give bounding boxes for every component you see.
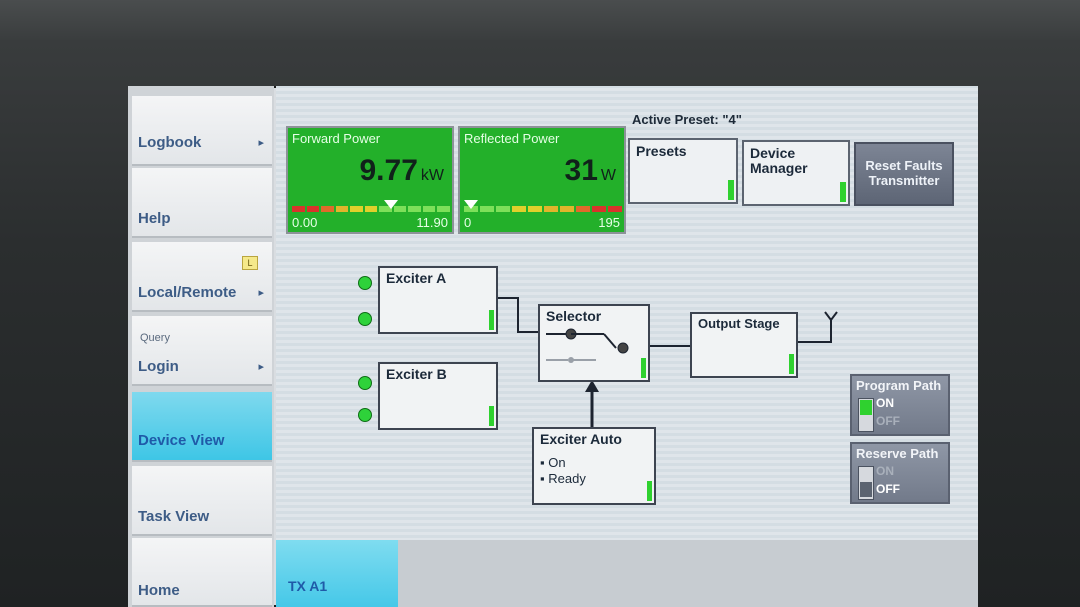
chevron-right-icon: ▸ [258,287,264,299]
output-stage-label: Output Stage [698,316,780,331]
sidebar-item-local-remote[interactable]: L Local/Remote ▸ [132,242,272,312]
sidebar: Logbook ▸ Help L Local/Remote ▸ Query Lo… [128,86,274,607]
exciter-b-status-bar [489,406,494,426]
device-view-panel: Active Preset: "4" Forward Power 9.77 kW … [276,86,978,607]
reserve-path-off-label: OFF [876,482,900,496]
sidebar-item-task-view[interactable]: Task View [132,466,272,536]
exciter-a-block[interactable]: Exciter A [378,266,498,334]
selector-label: Selector [546,308,602,324]
exciter-auto-status-on-text: On [548,455,566,470]
reserve-path-switch-knob [860,482,872,497]
exciter-auto-status-bar [647,481,652,501]
program-path-switch-knob [860,400,872,415]
exciter-a-label: Exciter A [386,270,447,286]
chevron-right-icon: ▸ [258,137,264,149]
exciter-a-led-1 [358,276,372,290]
sidebar-item-home[interactable]: Home [132,538,272,607]
reserve-path-on-label: ON [876,464,894,478]
tab-tx-a1[interactable]: TX A1 [276,540,398,607]
program-path-title: Program Path [856,378,942,393]
bottom-tab-strip [398,540,978,607]
reserve-path-title: Reserve Path [856,446,939,461]
output-stage-block[interactable]: Output Stage [690,312,798,378]
reserve-path-toggle[interactable]: Reserve Path ON OFF [850,442,950,504]
program-path-off-label: OFF [876,414,900,428]
exciter-b-led-2 [358,408,372,422]
exciter-b-block[interactable]: Exciter B [378,362,498,430]
exciter-auto-status-ready: ▪ Ready [540,471,586,486]
sidebar-item-label: Task View [138,508,210,525]
sidebar-item-label: Home [138,582,180,599]
sidebar-item-label: Local/Remote [138,284,237,301]
exciter-auto-label: Exciter Auto [540,431,622,447]
sidebar-item-logbook[interactable]: Logbook ▸ [132,96,272,166]
selector-block[interactable]: Selector [538,304,650,382]
exciter-b-led-1 [358,376,372,390]
output-stage-status-bar [789,354,794,374]
exciter-auto-block[interactable]: Exciter Auto ▪ On ▪ Ready [532,427,656,505]
exciter-b-label: Exciter B [386,366,447,382]
program-path-toggle[interactable]: Program Path ON OFF [850,374,950,436]
selector-switch-icon [546,328,629,363]
exciter-auto-status-on: ▪ On [540,455,566,470]
exciter-auto-status-ready-text: Ready [548,471,586,486]
selector-status-bar [641,358,646,378]
tab-tx-a1-label: TX A1 [288,578,328,594]
program-path-on-label: ON [876,396,894,410]
bezel-top [0,0,1080,40]
login-query-label: Query [140,332,170,344]
sidebar-item-help[interactable]: Help [132,168,272,238]
antenna-icon [824,311,838,330]
program-path-switch [858,398,874,432]
local-mode-badge: L [242,256,258,270]
sidebar-item-login[interactable]: Query Login ▸ [132,316,272,386]
sidebar-item-label: Device View [138,432,225,449]
chevron-right-icon: ▸ [258,361,264,373]
reserve-path-switch [858,466,874,500]
sidebar-item-label: Help [138,210,171,227]
exciter-a-status-bar [489,310,494,330]
sidebar-item-label: Login [138,358,179,375]
exciter-a-led-2 [358,312,372,326]
touch-screen: Logbook ▸ Help L Local/Remote ▸ Query Lo… [128,86,978,607]
sidebar-item-label: Logbook [138,134,202,151]
sidebar-item-device-view[interactable]: Device View [132,392,272,462]
